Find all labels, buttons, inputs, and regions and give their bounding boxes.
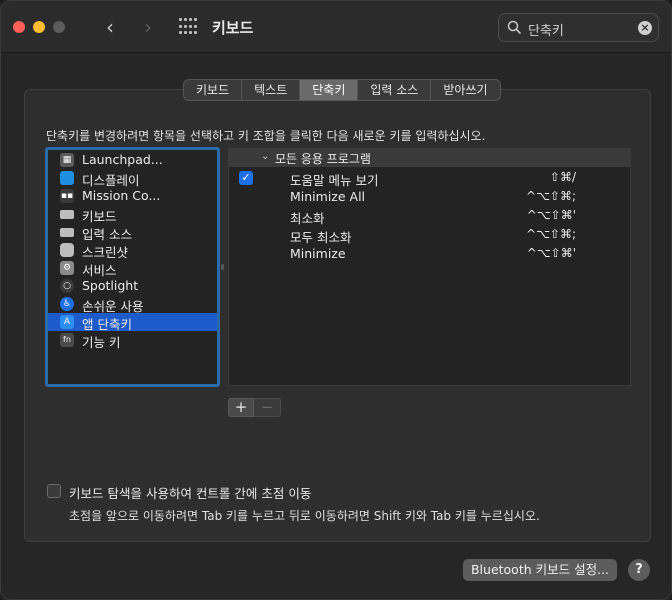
shortcut-group-label: 모든 응용 프로그램: [275, 152, 371, 166]
tab-text[interactable]: 텍스트: [242, 80, 301, 100]
shortcut-keys[interactable]: ^⌥⇧⌘;: [526, 189, 576, 203]
input-source-icon: [60, 228, 74, 237]
zoom-window-button[interactable]: [53, 21, 65, 33]
shortcut-row[interactable]: Minimize All ^⌥⇧⌘;: [229, 187, 630, 206]
chevron-down-icon[interactable]: ⌄: [261, 151, 271, 163]
tab-bar: 키보드 텍스트 단축키 입력 소스 받아쓰기: [183, 79, 501, 101]
keyboard-navigation-hint: 초점을 앞으로 이동하려면 Tab 키를 누르고 뒤로 이동하려면 Shift …: [69, 509, 540, 523]
shortcut-row[interactable]: 모두 최소화 ^⌥⇧⌘;: [229, 225, 630, 245]
keyboard-navigation-checkbox[interactable]: [47, 484, 61, 498]
accessibility-icon: ♿: [60, 297, 74, 311]
mission-control-icon: ▪▪: [60, 189, 74, 203]
back-button[interactable]: ‹: [99, 15, 121, 39]
category-item-function-keys[interactable]: fn 기능 키: [48, 331, 217, 350]
shortcut-keys[interactable]: ^⌥⇧⌘;: [526, 227, 576, 241]
screenshot-icon: [60, 243, 74, 257]
category-item-keyboard[interactable]: 키보드: [48, 205, 217, 224]
services-gear-icon: ⚙: [60, 261, 74, 275]
forward-button[interactable]: ›: [137, 15, 159, 39]
category-item-display[interactable]: 디스플레이: [48, 169, 217, 188]
pane-splitter-handle[interactable]: [221, 264, 224, 270]
category-item-input-sources[interactable]: 입력 소스: [48, 223, 217, 242]
tab-keyboard[interactable]: 키보드: [184, 80, 243, 100]
category-label: 기능 키: [82, 335, 121, 350]
close-window-button[interactable]: [13, 21, 25, 33]
shortcut-row[interactable]: 최소화 ^⌥⇧⌘': [229, 206, 630, 226]
help-button[interactable]: ?: [628, 559, 650, 581]
shortcut-row[interactable]: Minimize ^⌥⇧⌘': [229, 244, 630, 263]
shortcut-keys[interactable]: ^⌥⇧⌘': [527, 208, 576, 222]
shortcut-group-all-apps[interactable]: ⌄ 모든 응용 프로그램: [229, 149, 630, 167]
window-title: 키보드: [212, 19, 254, 37]
shortcut-keys[interactable]: ⇧⌘/: [550, 170, 576, 184]
category-item-mission-control[interactable]: ▪▪ Mission Co...: [48, 187, 217, 205]
category-item-spotlight[interactable]: ○ Spotlight: [48, 277, 217, 295]
launchpad-icon: ▦: [60, 153, 74, 167]
tab-input-sources[interactable]: 입력 소스: [358, 80, 432, 100]
category-label: Mission Co...: [82, 188, 161, 203]
add-shortcut-button[interactable]: +: [228, 398, 254, 417]
search-field[interactable]: 단축키 ×: [498, 13, 659, 42]
bluetooth-keyboard-setup-button[interactable]: Bluetooth 키보드 설정...: [463, 559, 617, 581]
shortcut-keys[interactable]: ^⌥⇧⌘': [527, 246, 576, 260]
category-item-services[interactable]: ⚙ 서비스: [48, 259, 217, 278]
category-label: Spotlight: [82, 278, 139, 293]
minimize-window-button[interactable]: [33, 21, 45, 33]
shortcut-category-list: ▦ Launchpad... 디스플레이 ▪▪ Mission Co... 키보…: [45, 147, 220, 387]
tab-shortcuts[interactable]: 단축키: [300, 80, 359, 100]
category-label: Launchpad...: [82, 152, 163, 167]
keyboard-navigation-label[interactable]: 키보드 탐색을 사용하여 컨트롤 간에 초점 이동: [69, 483, 311, 502]
clear-search-icon[interactable]: ×: [638, 21, 652, 35]
keyboard-icon: [60, 210, 74, 219]
category-item-accessibility[interactable]: ♿ 손쉬운 사용: [48, 295, 217, 314]
category-item-launchpad[interactable]: ▦ Launchpad...: [48, 151, 217, 169]
shortcuts-table: ⌄ 모든 응용 프로그램 ✓ 도움말 메뉴 보기 ⇧⌘/ Minimize Al…: [228, 148, 631, 386]
category-item-screenshot[interactable]: 스크린샷: [48, 241, 217, 260]
shortcut-enabled-checkbox[interactable]: ✓: [239, 171, 253, 185]
fn-key-icon: fn: [60, 333, 74, 347]
titlebar: ‹ › 키보드 단축키 ×: [1, 1, 671, 53]
category-item-app-shortcuts[interactable]: A 앱 단축키: [48, 313, 217, 332]
instructions-text: 단축키를 변경하려면 항목을 선택하고 키 조합을 클릭한 다음 새로운 키를 …: [46, 129, 486, 143]
system-preferences-window: ‹ › 키보드 단축키 × 키보드 텍스트 단축키 입력 소스 받아쓰기 단축키…: [0, 0, 672, 600]
show-all-grid-icon[interactable]: [179, 18, 197, 36]
tab-dictation[interactable]: 받아쓰기: [431, 80, 499, 100]
app-shortcuts-icon: A: [60, 315, 74, 329]
display-icon: [60, 171, 74, 185]
spotlight-search-icon: ○: [60, 279, 74, 293]
shortcut-name: Minimize All: [290, 189, 366, 204]
shortcut-name: Minimize: [290, 246, 346, 261]
remove-shortcut-button[interactable]: −: [254, 398, 281, 417]
search-icon: [507, 20, 521, 34]
shortcut-row[interactable]: ✓ 도움말 메뉴 보기 ⇧⌘/: [229, 168, 630, 188]
search-input[interactable]: 단축키: [528, 20, 564, 39]
